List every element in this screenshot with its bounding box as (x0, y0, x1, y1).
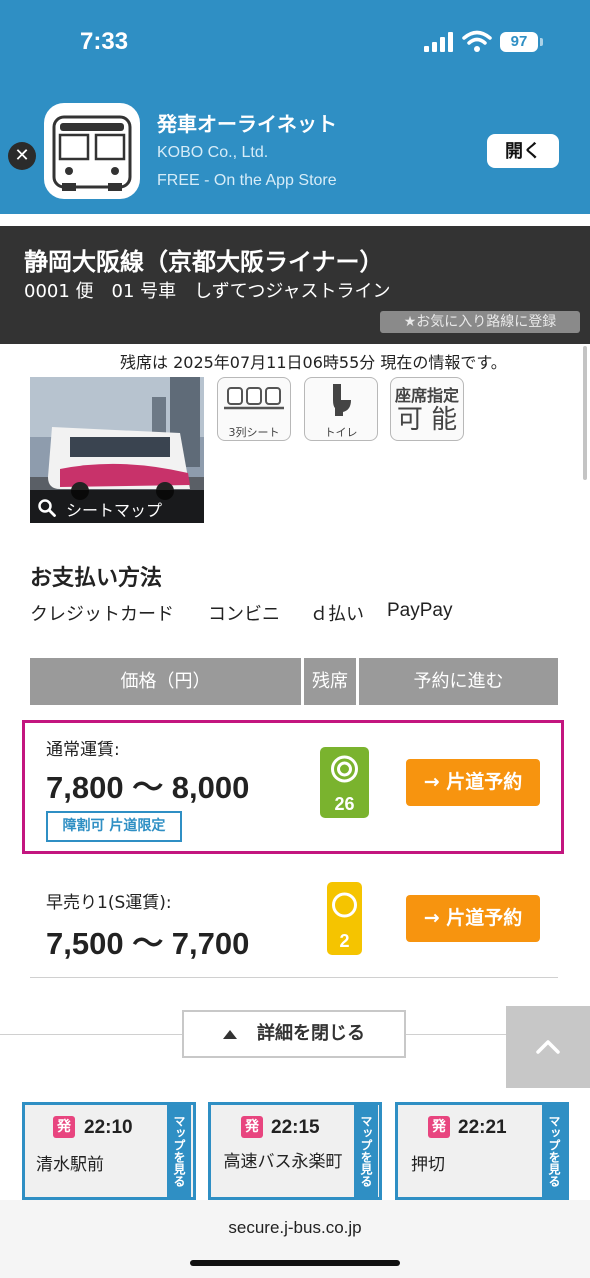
departure-time: 22:10 (84, 1117, 133, 1138)
stop-name: 押切 (411, 1155, 445, 1175)
battery-icon: 97 (500, 32, 543, 52)
seatmap-label[interactable]: シートマップ (66, 497, 162, 521)
divider (30, 977, 558, 978)
departure-mark: 発 (428, 1116, 450, 1138)
open-app-button[interactable]: 開く (487, 134, 559, 168)
one-way-reserve-button[interactable]: → 片道予約 (406, 759, 540, 806)
close-details-button[interactable]: 詳細を閉じる (182, 1010, 406, 1058)
stop-name: 清水駅前 (36, 1155, 104, 1175)
single-circle-icon (332, 892, 357, 918)
departure-time: 22:21 (458, 1117, 507, 1138)
favorite-route-button[interactable]: ★お気に入り路線に登録 (380, 311, 580, 333)
feature-label: 座席指定 (394, 386, 459, 405)
scrollbar[interactable] (583, 346, 587, 480)
seat-info-text: 残席は 2025年07月11日06時55分 現在の情報です。 (120, 353, 507, 372)
ad-company: KOBO Co., Ltd. (157, 144, 269, 161)
fare-label: 通常運賃: (46, 740, 120, 760)
double-circle-icon (331, 755, 358, 783)
url-bar[interactable]: secure.j-bus.co.jp (0, 1218, 590, 1238)
bus-logo-icon (52, 115, 132, 191)
map-link[interactable]: マップを見る (542, 1102, 566, 1200)
header-price: 価格（円） (30, 658, 301, 705)
close-details-label: 詳細を閉じる (257, 1023, 365, 1044)
triangle-up-icon (223, 1029, 237, 1039)
fare-label: 早売り1(S運賃): (46, 893, 172, 913)
payment-method-paypay: PayPay (387, 600, 453, 621)
map-link[interactable]: マップを見る (167, 1102, 191, 1200)
payment-method-convenience: コンビニ (208, 604, 280, 625)
home-indicator[interactable] (190, 1260, 400, 1266)
departure-time: 22:15 (271, 1117, 320, 1138)
divider (406, 1034, 506, 1035)
payment-method-dbarai: ｄ払い (310, 604, 364, 625)
three-row-seat-feature: 3列シート (217, 377, 291, 441)
toilet-feature: トイレ (304, 377, 378, 441)
chevron-up-icon (536, 1040, 560, 1054)
divider (0, 1034, 182, 1035)
search-icon (38, 499, 56, 517)
ad-app-name: 発車オーライネット (157, 112, 337, 136)
payment-method-credit: クレジットカード (30, 604, 174, 625)
seat-icon (224, 387, 284, 410)
seat-count: 2 (339, 931, 350, 951)
discount-badge: 障割可 片道限定 (46, 811, 182, 842)
map-link[interactable]: マップを見る (354, 1102, 378, 1200)
feature-label: 3列シート (228, 426, 280, 439)
seat-reservation-feature: 座席指定 可 能 (390, 377, 464, 441)
route-title: 静岡大阪線（京都大阪ライナー） (24, 248, 384, 276)
stop-name: 高速バス永楽町 (223, 1152, 343, 1172)
fare-price: 7,500 〜 7,700 (46, 926, 250, 961)
status-time: 7:33 (80, 28, 129, 55)
seat-availability-badge: 26 (320, 747, 369, 818)
seat-count: 26 (334, 794, 355, 814)
browser-bottom-bar (0, 1200, 590, 1278)
scroll-top-button[interactable] (506, 1006, 590, 1088)
cellular-signal-icon (424, 32, 454, 52)
seat-availability-badge: 2 (327, 882, 362, 955)
header-seats: 残席 (304, 658, 356, 705)
toilet-icon (333, 384, 351, 416)
app-icon[interactable] (44, 103, 140, 199)
departure-mark: 発 (241, 1116, 263, 1138)
route-subtitle: 0001 便 01 号車 しずてつジャストライン (24, 281, 391, 302)
fare-price: 7,800 〜 8,000 (46, 770, 250, 805)
ad-store-text: FREE - On the App Store (157, 172, 337, 189)
departure-mark: 発 (53, 1116, 75, 1138)
header-reserve: 予約に進む (359, 658, 558, 705)
feature-label-2: 可 能 (396, 405, 458, 435)
wifi-icon (462, 30, 492, 52)
payment-title: お支払い方法 (30, 566, 163, 591)
one-way-reserve-button[interactable]: → 片道予約 (406, 895, 540, 942)
feature-label: トイレ (324, 426, 358, 439)
close-ad-button[interactable]: ✕ (8, 142, 36, 170)
